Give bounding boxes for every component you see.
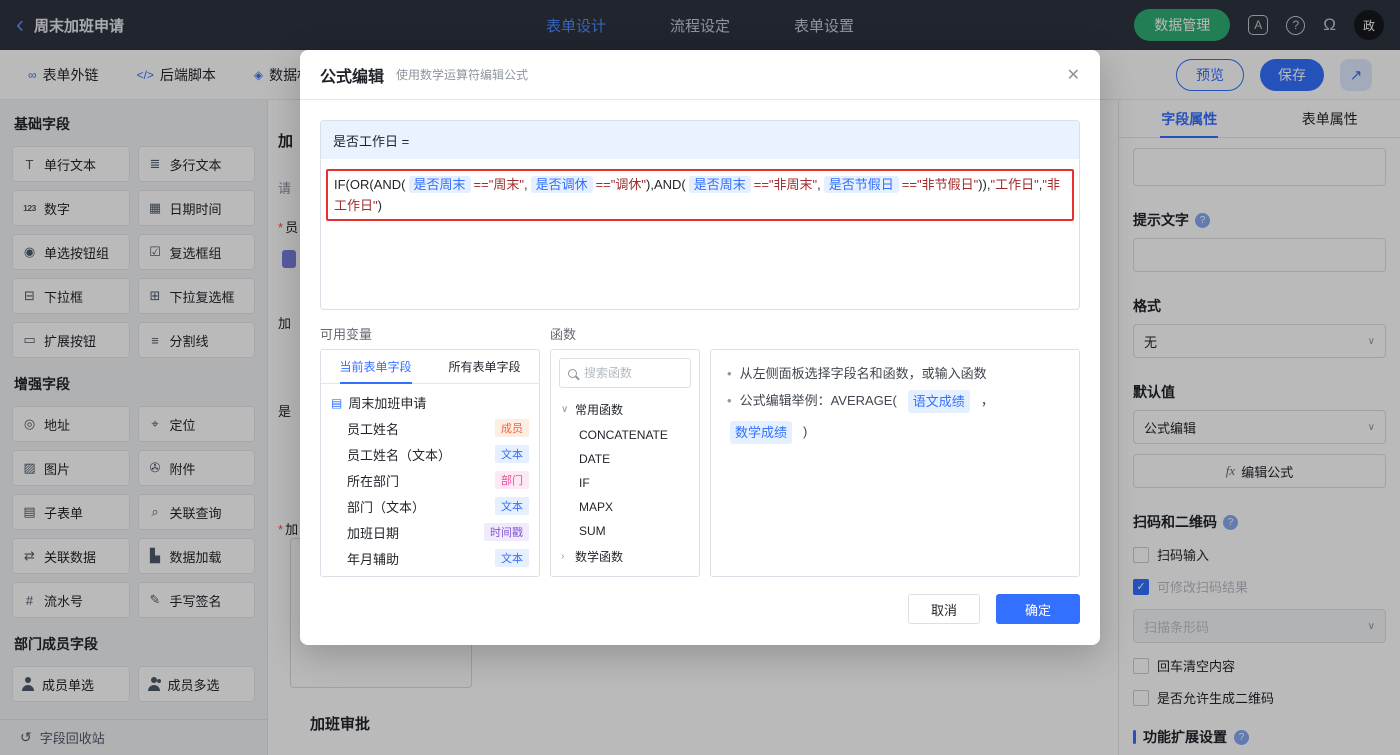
variable-item[interactable]: 部门（文本）文本 — [321, 493, 539, 519]
tag-text: 文本 — [495, 497, 529, 515]
chevron-right-icon: › — [561, 551, 569, 562]
tag-department: 部门 — [495, 471, 529, 489]
field-token: 数学成绩 — [730, 421, 792, 444]
variables-root-label: 周末加班申请 — [348, 393, 426, 412]
formula-expression: IF(OR(AND(是否周末=="周末",是否调休=="调休"),AND(是否周… — [326, 169, 1074, 221]
function-item-mapx[interactable]: MAPX — [551, 495, 699, 519]
variable-item[interactable]: 员工姓名成员 — [321, 415, 539, 441]
variables-tabs: 当前表单字段 所有表单字段 — [321, 350, 539, 384]
field-token: 是否周末 — [409, 176, 471, 193]
variable-item[interactable]: 加班日期时间戳 — [321, 519, 539, 545]
modal-panels: 当前表单字段 所有表单字段 ▤ 周末加班申请 员工姓名成员 员工姓名（文本）文本… — [320, 349, 1080, 577]
variables-panel: 当前表单字段 所有表单字段 ▤ 周末加班申请 员工姓名成员 员工姓名（文本）文本… — [320, 349, 540, 577]
help-line-1: •从左侧面板选择字段名和函数，或输入函数 — [727, 363, 1063, 384]
tag-member: 成员 — [495, 419, 529, 437]
function-group-common[interactable]: ∨常用函数 — [551, 396, 699, 423]
function-group-text[interactable]: ›文本函数 — [551, 570, 699, 577]
document-icon: ▤ — [331, 396, 342, 410]
field-token: 是否调休 — [531, 176, 593, 193]
tab-all-form-fields[interactable]: 所有表单字段 — [430, 350, 539, 383]
variable-item[interactable]: 所在部门部门 — [321, 467, 539, 493]
app-window: ‹ 周末加班申请 表单设计 流程设定 表单设置 数据管理 A ? Ω 政 ∞ 表… — [0, 0, 1400, 755]
field-token: 是否节假日 — [824, 176, 899, 193]
modal-title: 公式编辑 — [320, 63, 384, 87]
modal-header: 公式编辑 使用数学运算符编辑公式 ✕ — [300, 50, 1100, 100]
function-search-input[interactable] — [584, 366, 682, 380]
tag-timestamp: 时间戳 — [484, 523, 529, 541]
functions-label: 函数 — [550, 324, 576, 343]
tag-text: 文本 — [495, 445, 529, 463]
function-item-date[interactable]: DATE — [551, 447, 699, 471]
formula-result-label: 是否工作日 = — [321, 121, 1079, 159]
function-group-math[interactable]: ›数学函数 — [551, 543, 699, 570]
function-item-if[interactable]: IF — [551, 471, 699, 495]
variable-item[interactable]: 年月辅助文本 — [321, 545, 539, 571]
formula-edit-modal: 公式编辑 使用数学运算符编辑公式 ✕ 是否工作日 = IF(OR(AND(是否周… — [300, 50, 1100, 645]
modal-subtitle: 使用数学运算符编辑公式 — [396, 66, 528, 83]
variables-label: 可用变量 — [320, 324, 550, 343]
functions-panel: ∨常用函数 CONCATENATE DATE IF MAPX SUM ›数学函数… — [550, 349, 700, 577]
formula-editor[interactable]: 是否工作日 = IF(OR(AND(是否周末=="周末",是否调休=="调休")… — [320, 120, 1080, 310]
search-icon — [568, 369, 577, 378]
chevron-down-icon: ∨ — [561, 404, 569, 415]
cancel-button[interactable]: 取消 — [908, 594, 980, 624]
function-item-concatenate[interactable]: CONCATENATE — [551, 423, 699, 447]
panel-labels: 可用变量 函数 — [320, 324, 1080, 343]
tab-current-form-fields[interactable]: 当前表单字段 — [321, 350, 430, 383]
field-token: 是否周末 — [689, 176, 751, 193]
confirm-button[interactable]: 确定 — [996, 594, 1080, 624]
function-item-sum[interactable]: SUM — [551, 519, 699, 543]
variable-item[interactable]: 员工姓名（文本）文本 — [321, 441, 539, 467]
field-token: 语文成绩 — [908, 390, 970, 413]
modal-footer: 取消 确定 — [908, 594, 1080, 624]
help-panel: •从左侧面板选择字段名和函数，或输入函数 •公式编辑举例：AVERAGE(语文成… — [710, 349, 1080, 577]
close-icon[interactable]: ✕ — [1067, 65, 1080, 85]
variables-tree-root[interactable]: ▤ 周末加班申请 — [321, 384, 539, 415]
function-search[interactable] — [559, 358, 691, 388]
help-line-2: •公式编辑举例：AVERAGE(语文成绩，数学成绩) — [727, 390, 1063, 444]
modal-body: 是否工作日 = IF(OR(AND(是否周末=="周末",是否调休=="调休")… — [300, 100, 1100, 577]
tag-text: 文本 — [495, 549, 529, 567]
